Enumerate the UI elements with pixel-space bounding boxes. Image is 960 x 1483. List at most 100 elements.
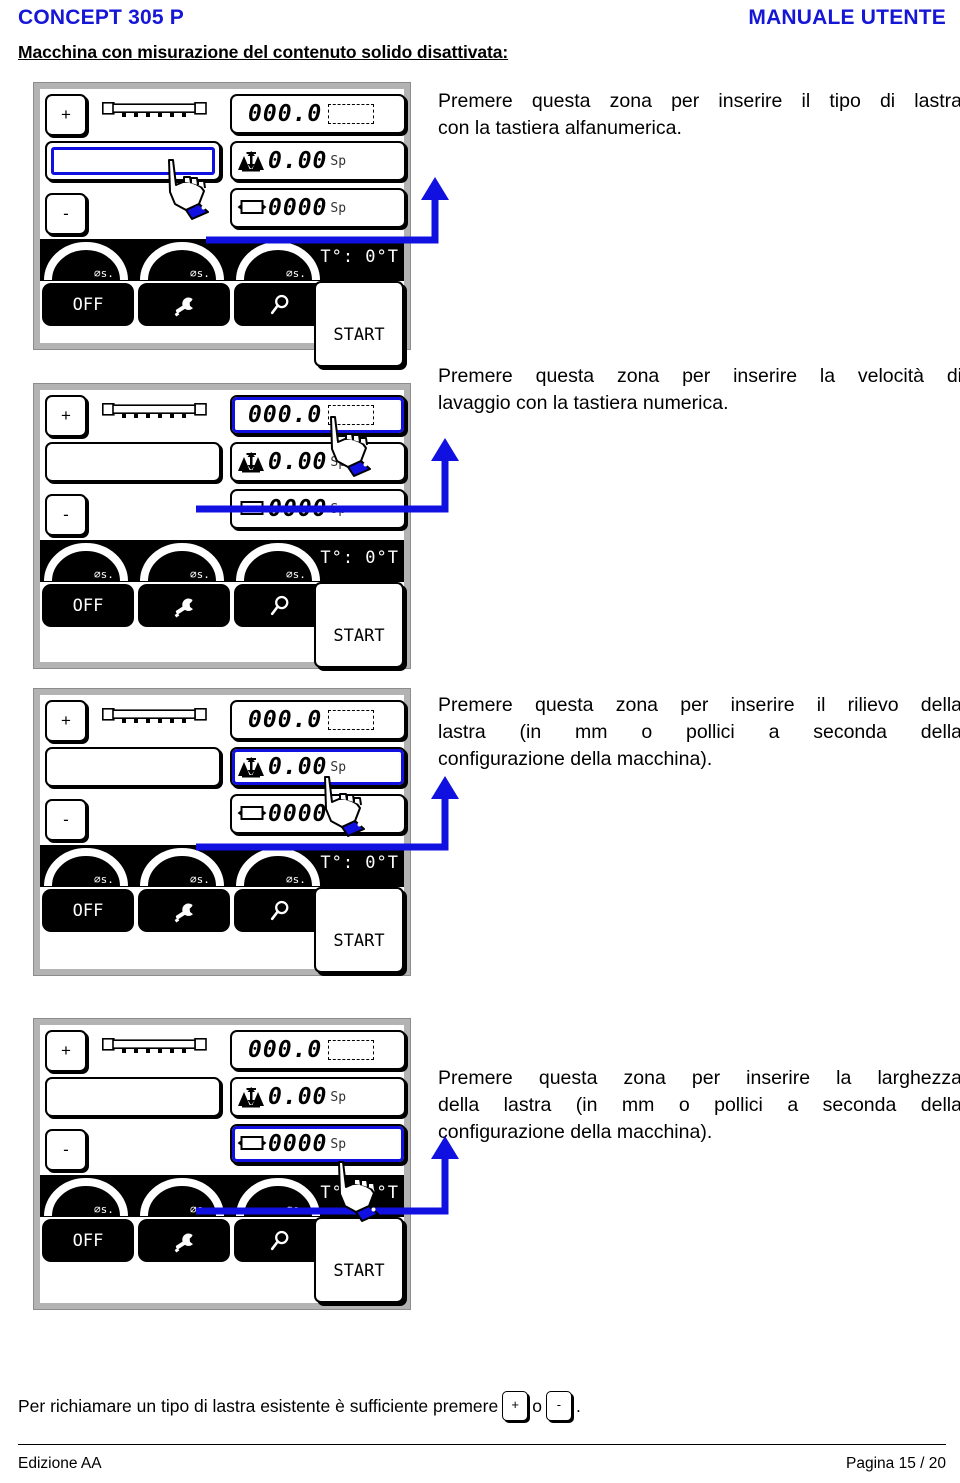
- search-button[interactable]: [234, 1219, 326, 1262]
- display-wash-speed[interactable]: 000.0: [230, 700, 406, 740]
- display-plate-relief[interactable]: 0.00 Sp: [230, 1077, 406, 1117]
- service-button[interactable]: [138, 584, 230, 627]
- footer-note-suffix: .: [575, 1395, 581, 1416]
- key-plus-icon[interactable]: +: [502, 1391, 529, 1421]
- plate-type-field[interactable]: [45, 442, 221, 482]
- svg-text:⌀s.: ⌀s.: [190, 568, 210, 581]
- plate-width-icon: [237, 806, 267, 820]
- plate-relief-unit: Sp: [330, 759, 347, 775]
- search-button[interactable]: [234, 889, 326, 932]
- display-plate-width[interactable]: 0000 Sp: [230, 794, 406, 834]
- page-header: CONCEPT 305 P MANUALE UTENTE: [18, 6, 946, 32]
- svg-text:⌀s.: ⌀s.: [190, 267, 210, 280]
- search-button[interactable]: [234, 584, 326, 627]
- section-title: Macchina con misurazione del contenuto s…: [18, 42, 509, 62]
- search-button[interactable]: [234, 283, 326, 326]
- minus-button[interactable]: -: [45, 494, 87, 536]
- plate-thickness-icon: [238, 452, 264, 473]
- block-plate-width-text: Premere questa zona per inserire la larg…: [438, 1065, 960, 1146]
- service-button[interactable]: [138, 283, 230, 326]
- plate-thickness-icon: [238, 151, 264, 172]
- svg-text:⌀s.: ⌀s.: [286, 873, 306, 886]
- gauge-3: ⌀s.: [234, 847, 322, 887]
- service-button[interactable]: [138, 889, 230, 932]
- plate-thickness-icon-wrap: [237, 150, 265, 172]
- svg-text:⌀s.: ⌀s.: [94, 267, 114, 280]
- drum-gauge-icon: ⌀s.: [44, 1178, 128, 1217]
- panel-screen: + 000.0 0.00 Sp - 0000 Sp ⌀s. ⌀s. ⌀s. T°…: [40, 695, 406, 973]
- machine-panel-1: + 000.0 0.00 Sp - 0000 Sp ⌀s. ⌀s. ⌀s. T°…: [33, 82, 411, 367]
- temperature-readout: T°: 0°T: [320, 548, 399, 568]
- plate-width-icon-wrap: [237, 498, 267, 520]
- gauge-1: ⌀s.: [42, 1177, 130, 1217]
- off-button[interactable]: OFF: [42, 889, 134, 932]
- plus-button[interactable]: +: [45, 700, 87, 742]
- plus-button[interactable]: +: [45, 1030, 87, 1072]
- plus-button[interactable]: +: [45, 395, 87, 437]
- display-plate-width[interactable]: 0000 Sp: [230, 489, 406, 529]
- display-plate-relief[interactable]: 0.00 Sp: [230, 141, 406, 181]
- start-button[interactable]: START: [314, 887, 404, 973]
- callout-line: lastra (in mm o pollici a seconda della: [438, 721, 960, 743]
- wash-speed-value: 000.0: [248, 1037, 323, 1063]
- display-plate-relief[interactable]: 0.00 Sp: [230, 442, 406, 482]
- plate-thickness-icon-wrap: [237, 451, 265, 473]
- footer-note: Per richiamare un tipo di lastra esisten…: [18, 1391, 581, 1421]
- minus-button[interactable]: -: [45, 1129, 87, 1171]
- plate-type-field[interactable]: [45, 1077, 221, 1117]
- start-button[interactable]: START: [314, 281, 404, 367]
- start-button[interactable]: START: [314, 1217, 404, 1303]
- display-wash-speed[interactable]: 000.0: [230, 1030, 406, 1070]
- start-button[interactable]: START: [314, 582, 404, 668]
- display-wash-speed[interactable]: 000.0: [230, 395, 406, 435]
- plate-width-icon-wrap: [237, 1133, 267, 1155]
- service-button[interactable]: [138, 1219, 230, 1262]
- plate-width-unit: Sp: [330, 200, 347, 216]
- key-minus-icon[interactable]: -: [545, 1391, 572, 1421]
- wrench-icon: [174, 296, 193, 317]
- off-button[interactable]: OFF: [42, 584, 134, 627]
- drum-gauge-icon: ⌀s.: [140, 848, 224, 887]
- gauge-2: ⌀s.: [138, 241, 226, 281]
- plate-relief-value: 0.00: [268, 1084, 328, 1110]
- callout-line: con la tastiera alfanumerica.: [438, 117, 682, 139]
- temperature-readout: T°: 0°T: [320, 1183, 399, 1203]
- footer-edition: Edizione AA: [18, 1455, 102, 1472]
- display-plate-width[interactable]: 0000 Sp: [230, 188, 406, 228]
- magnifier-icon: [270, 1230, 289, 1250]
- drum-gauge-icon: ⌀s.: [140, 1178, 224, 1217]
- drum-gauge-icon: ⌀s.: [44, 543, 128, 582]
- minus-button[interactable]: -: [45, 193, 87, 235]
- footer-note-prefix: Per richiamare un tipo di lastra esisten…: [18, 1395, 499, 1416]
- drum-gauge-icon: ⌀s.: [236, 242, 320, 281]
- callout-line: Premere questa zona per inserire la velo…: [438, 365, 960, 387]
- wrench-icon: [174, 1232, 193, 1253]
- plate-type-field[interactable]: [45, 141, 221, 181]
- display-wash-speed[interactable]: 000.0: [230, 94, 406, 134]
- minus-button[interactable]: -: [45, 799, 87, 841]
- drum-gauge-icon: ⌀s.: [140, 543, 224, 582]
- wash-speed-value: 000.0: [248, 402, 323, 428]
- off-button[interactable]: OFF: [42, 1219, 134, 1262]
- plate-width-value: 0000: [268, 496, 328, 522]
- plate-relief-unit: Sp: [330, 153, 347, 169]
- plate-relief-value: 0.00: [268, 754, 328, 780]
- gauge-1: ⌀s.: [42, 542, 130, 582]
- off-button[interactable]: OFF: [42, 283, 134, 326]
- display-plate-width[interactable]: 0000 Sp: [230, 1124, 406, 1164]
- drum-gauge-icon: ⌀s.: [44, 848, 128, 887]
- wrench-icon: [174, 902, 193, 923]
- plate-width-icon-wrap: [237, 197, 267, 219]
- plate-relief-unit: Sp: [330, 1089, 347, 1105]
- panel-screen: + 000.0 0.00 Sp - 0000 Sp ⌀s. ⌀s. ⌀s. T°…: [40, 89, 406, 367]
- svg-text:⌀s.: ⌀s.: [286, 267, 306, 280]
- temperature-readout: T°: 0°T: [320, 853, 399, 873]
- plate-type-field[interactable]: [45, 747, 221, 787]
- wash-speed-value: 000.0: [248, 101, 323, 127]
- display-plate-relief[interactable]: 0.00 Sp: [230, 747, 406, 787]
- wash-speed-unit-box: [328, 710, 375, 730]
- gauges-strip: ⌀s. ⌀s. ⌀s. T°: 0°T: [40, 540, 404, 582]
- wash-speed-unit-box: [328, 405, 375, 425]
- plate-width-value: 0000: [268, 195, 328, 221]
- plus-button[interactable]: +: [45, 94, 87, 136]
